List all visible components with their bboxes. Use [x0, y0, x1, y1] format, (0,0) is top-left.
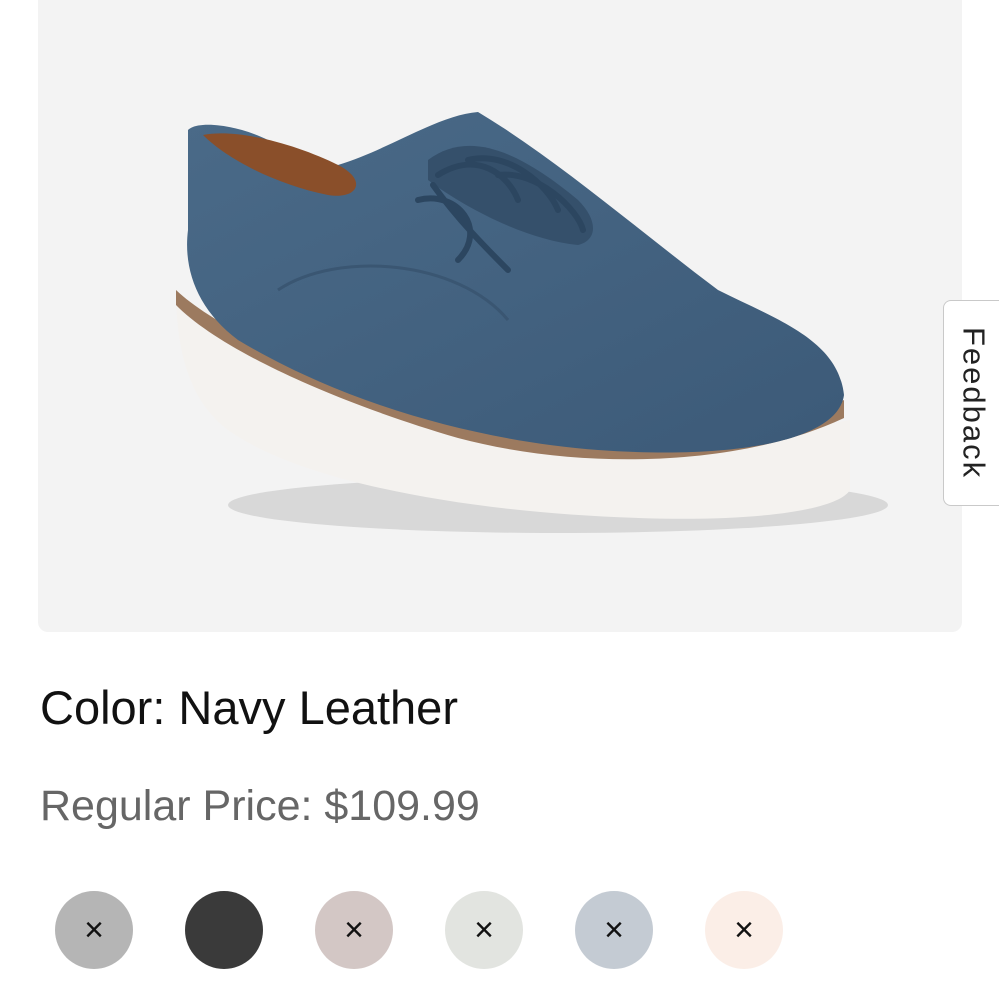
color-label: Color: Navy Leather [40, 681, 458, 734]
feedback-tab[interactable]: Feedback [943, 300, 999, 506]
product-image[interactable] [38, 0, 962, 632]
swatch-unavailable[interactable]: × [315, 891, 393, 969]
feedback-label: Feedback [956, 326, 992, 480]
unavailable-x-icon: × [344, 911, 364, 949]
unavailable-x-icon: × [474, 911, 494, 949]
regular-price: Regular Price: $109.99 [40, 782, 480, 830]
unavailable-x-icon: × [84, 911, 104, 949]
shoe-oxford-icon [176, 112, 888, 533]
unavailable-x-icon: × [734, 911, 754, 949]
unavailable-x-icon: × [604, 911, 624, 949]
swatch-unavailable[interactable]: × [445, 891, 523, 969]
swatch-unavailable[interactable]: × [705, 891, 783, 969]
swatch-unavailable[interactable]: × [575, 891, 653, 969]
swatch-selected[interactable] [185, 891, 263, 969]
swatch-unavailable[interactable]: × [55, 891, 133, 969]
